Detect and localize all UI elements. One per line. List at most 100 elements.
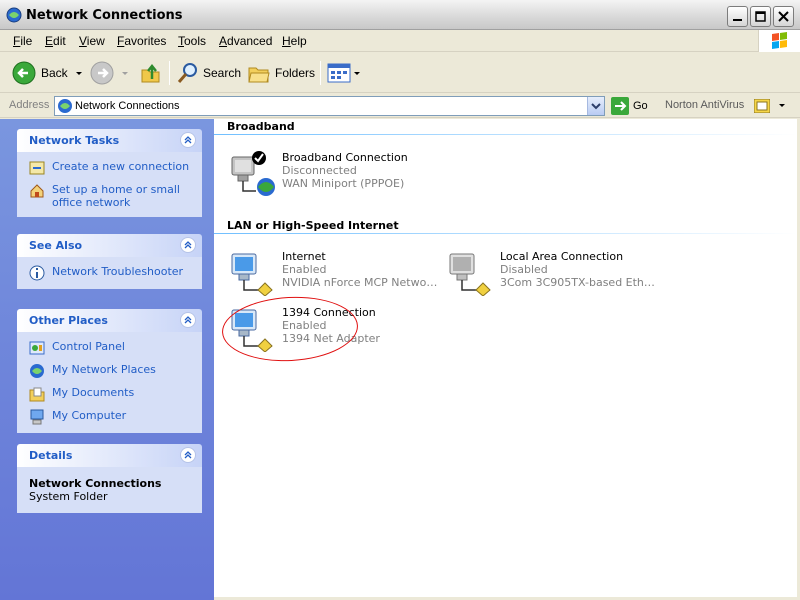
panel-header[interactable]: Other Places <box>17 309 202 332</box>
menu-bar: File Edit View Favorites Tools Advanced … <box>0 30 800 52</box>
collapse-icon[interactable] <box>180 447 196 463</box>
collapse-icon[interactable] <box>180 237 196 253</box>
lan-connection-icon <box>231 253 273 296</box>
place-my-documents[interactable]: My Documents <box>29 386 202 402</box>
group-divider <box>214 233 797 234</box>
norton-antivirus-toolbar[interactable]: Norton AntiVirus <box>665 99 744 111</box>
task-create-connection[interactable]: Create a new connection <box>29 160 202 176</box>
connection-device: WAN Miniport (PPPOE) <box>282 177 405 190</box>
chevron-down-icon[interactable] <box>72 68 86 78</box>
connection-broadband[interactable]: Broadband Connection Disconnected WAN Mi… <box>228 149 438 197</box>
title-bar: Network Connections <box>0 0 800 30</box>
connection-device: 3Com 3C905TX-based Ethern... <box>500 276 658 289</box>
task-label: Network Troubleshooter <box>52 265 184 278</box>
menu-favorites[interactable]: Favorites <box>117 34 166 48</box>
back-button[interactable]: Back <box>12 60 86 86</box>
my-documents-icon <box>29 387 45 402</box>
views-icon <box>327 63 351 83</box>
panel-title: See Also <box>29 239 83 252</box>
info-icon <box>29 265 45 281</box>
task-label: Set up a home or small office network <box>52 183 180 209</box>
forward-button[interactable] <box>90 60 132 86</box>
panel-header[interactable]: Details <box>17 444 202 467</box>
address-dropdown-button[interactable] <box>587 97 604 115</box>
folders-icon <box>248 67 270 83</box>
toolbar: Back Search Folders <box>0 53 800 93</box>
panel-body: Network Troubleshooter <box>17 257 202 289</box>
task-label: Control Panel <box>52 340 125 353</box>
windows-flag-icon <box>772 32 787 49</box>
network-tasks-panel: Network Tasks Create a new connection Se… <box>17 129 202 217</box>
place-control-panel[interactable]: Control Panel <box>29 340 202 356</box>
panel-title: Other Places <box>29 314 108 327</box>
content-view: Broadband Broadband Connection Disconnec… <box>214 119 797 597</box>
network-connections-icon <box>58 99 72 113</box>
maximize-button[interactable] <box>750 6 771 27</box>
place-my-network-places[interactable]: My Network Places <box>29 363 202 379</box>
broadband-connection-icon <box>231 151 275 196</box>
panel-title: Details <box>29 449 73 462</box>
connection-name: Internet <box>282 250 326 263</box>
panel-header[interactable]: See Also <box>17 234 202 257</box>
menu-tools[interactable]: Tools <box>178 34 206 48</box>
norton-icon[interactable] <box>754 99 770 113</box>
task-label: Create a new connection <box>52 160 190 173</box>
go-label: Go <box>633 100 648 112</box>
connection-status: Disconnected <box>282 164 357 177</box>
group-divider <box>214 134 797 135</box>
maximize-icon <box>755 11 766 22</box>
connection-local-area[interactable]: Local Area Connection Disabled 3Com 3C90… <box>446 248 658 296</box>
connection-name: Local Area Connection <box>500 250 624 263</box>
home-network-icon <box>30 184 44 198</box>
close-button[interactable] <box>773 6 794 27</box>
connection-status: Disabled <box>500 263 548 276</box>
window-title: Network Connections <box>26 8 183 23</box>
back-label: Back <box>41 66 68 80</box>
chevron-down-icon <box>591 103 601 110</box>
connection-name: Broadband Connection <box>282 151 408 164</box>
menu-advanced[interactable]: Advanced <box>219 34 272 48</box>
task-home-network[interactable]: Set up a home or small office network <box>29 183 202 209</box>
up-folder-button[interactable] <box>139 60 163 86</box>
toolbar-separator <box>169 61 170 85</box>
windows-logo <box>758 30 800 52</box>
task-label: My Network Places <box>52 363 156 376</box>
task-network-troubleshooter[interactable]: Network Troubleshooter <box>29 265 202 281</box>
connection-status: Enabled <box>282 263 327 276</box>
collapse-icon[interactable] <box>180 312 196 328</box>
menu-edit[interactable]: Edit <box>45 34 66 48</box>
connection-internet[interactable]: Internet Enabled NVIDIA nForce MCP Netwo… <box>228 248 440 296</box>
collapse-icon[interactable] <box>180 132 196 148</box>
menu-help[interactable]: Help <box>282 34 307 48</box>
task-pane: Network Tasks Create a new connection Se… <box>0 119 214 600</box>
group-header-lan: LAN or High-Speed Internet <box>227 219 399 232</box>
search-button[interactable]: Search <box>176 60 241 86</box>
group-header-broadband: Broadband <box>227 120 295 133</box>
panel-body: Create a new connection Set up a home or… <box>17 152 202 217</box>
folders-button[interactable]: Folders <box>247 60 315 86</box>
see-also-panel: See Also Network Troubleshooter <box>17 234 202 289</box>
details-panel: Details Network Connections System Folde… <box>17 444 202 513</box>
panel-header[interactable]: Network Tasks <box>17 129 202 152</box>
views-button[interactable] <box>327 60 362 86</box>
chevron-down-icon[interactable] <box>777 101 787 111</box>
search-label: Search <box>203 66 242 80</box>
chevron-down-icon[interactable] <box>352 68 362 78</box>
panel-body: Control Panel My Network Places My Docum… <box>17 332 202 433</box>
address-input[interactable]: Network Connections <box>54 96 605 116</box>
chevron-down-icon[interactable] <box>118 68 132 78</box>
other-places-panel: Other Places Control Panel My Network Pl… <box>17 309 202 433</box>
menu-view[interactable]: View <box>79 34 105 48</box>
my-computer-icon <box>30 409 44 425</box>
back-arrow-icon <box>12 61 36 85</box>
network-places-icon <box>30 364 44 378</box>
up-folder-icon <box>141 63 160 83</box>
network-connections-icon <box>6 7 22 23</box>
new-connection-icon <box>29 161 45 175</box>
address-value: Network Connections <box>75 100 180 112</box>
minimize-button[interactable] <box>727 6 748 27</box>
control-panel-icon <box>29 341 45 355</box>
go-button[interactable]: Go <box>611 97 648 115</box>
menu-file[interactable]: File <box>13 34 32 48</box>
place-my-computer[interactable]: My Computer <box>29 409 202 425</box>
